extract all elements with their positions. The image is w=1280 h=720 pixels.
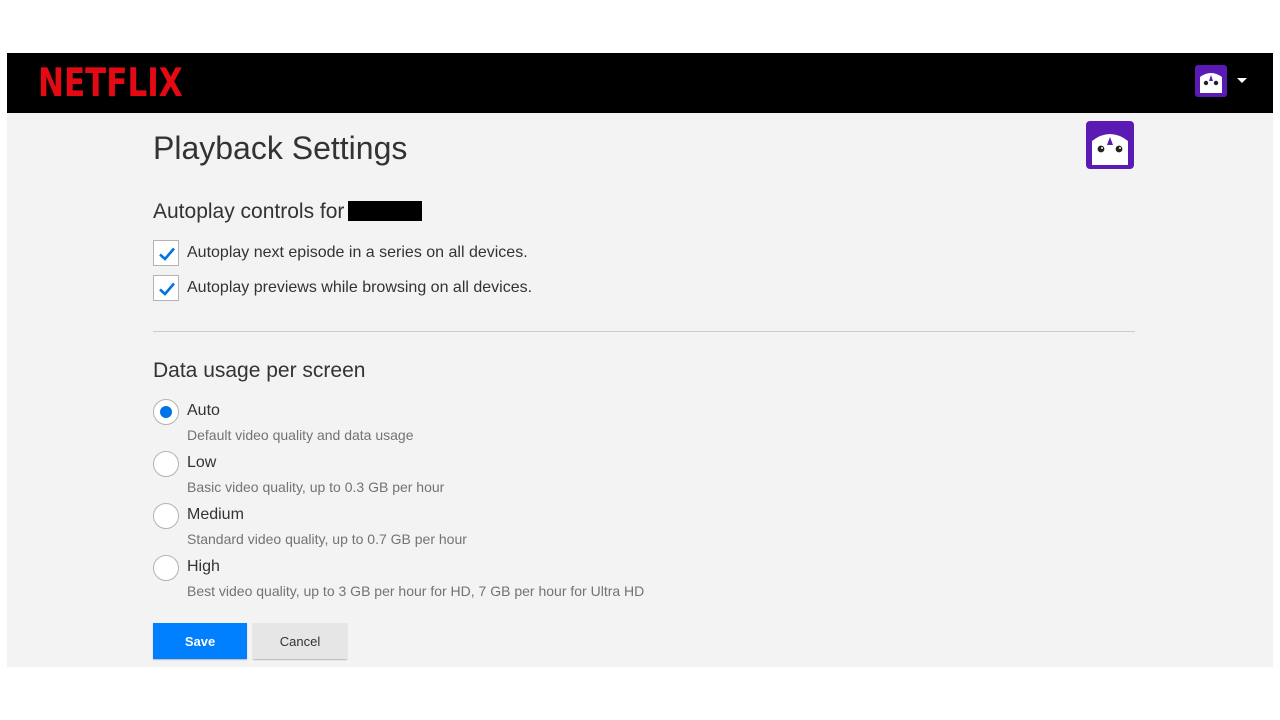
autoplay-previews-label: Autoplay previews while browsing on all …: [187, 279, 533, 296]
radio-auto[interactable]: [153, 399, 179, 425]
redacted-profile-name: [348, 200, 423, 221]
radio-medium-description: Standard video quality, up to 0.7 GB per…: [187, 531, 467, 547]
radio-high[interactable]: [153, 555, 179, 581]
section-divider: [153, 331, 1135, 332]
netflix-logo[interactable]: NETFLIX: [38, 61, 183, 106]
radio-medium-label: Medium: [187, 506, 244, 523]
radio-medium[interactable]: [153, 503, 179, 529]
autoplay-previews-checkbox[interactable]: [153, 275, 179, 301]
top-nav-bar: NETFLIX: [7, 53, 1273, 113]
save-button[interactable]: Save: [153, 623, 247, 659]
caret-down-icon[interactable]: [1237, 78, 1247, 83]
cancel-button[interactable]: Cancel: [253, 623, 347, 659]
data-usage-section-title: Data usage per screen: [153, 359, 366, 382]
radio-auto-label: Auto: [187, 402, 220, 419]
radio-low-label: Low: [187, 454, 217, 471]
autoplay-section-label: Autoplay controls for: [153, 200, 345, 223]
browser-viewport: NETFLIX Playback Settings Autoplay contr…: [7, 53, 1273, 667]
profile-menu-button[interactable]: [1195, 65, 1249, 99]
profile-avatar-icon: [1086, 121, 1134, 169]
radio-low[interactable]: [153, 451, 179, 477]
radio-high-description: Best video quality, up to 3 GB per hour …: [187, 583, 645, 599]
radio-low-description: Basic video quality, up to 0.3 GB per ho…: [187, 479, 445, 495]
page-title: Playback Settings: [153, 130, 408, 166]
penguin-avatar-icon[interactable]: [1195, 65, 1227, 97]
radio-high-label: High: [187, 558, 220, 575]
checkmark-icon: [159, 247, 175, 261]
autoplay-section-title: Autoplay controls for: [153, 200, 423, 224]
radio-auto-description: Default video quality and data usage: [187, 427, 414, 443]
autoplay-previews-checkbox-row[interactable]: Autoplay previews while browsing on all …: [153, 275, 532, 301]
checkmark-icon: [159, 282, 175, 296]
autoplay-next-episode-checkbox-row[interactable]: Autoplay next episode in a series on all…: [153, 240, 528, 266]
autoplay-next-episode-label: Autoplay next episode in a series on all…: [187, 244, 528, 261]
autoplay-next-episode-checkbox[interactable]: [153, 240, 179, 266]
